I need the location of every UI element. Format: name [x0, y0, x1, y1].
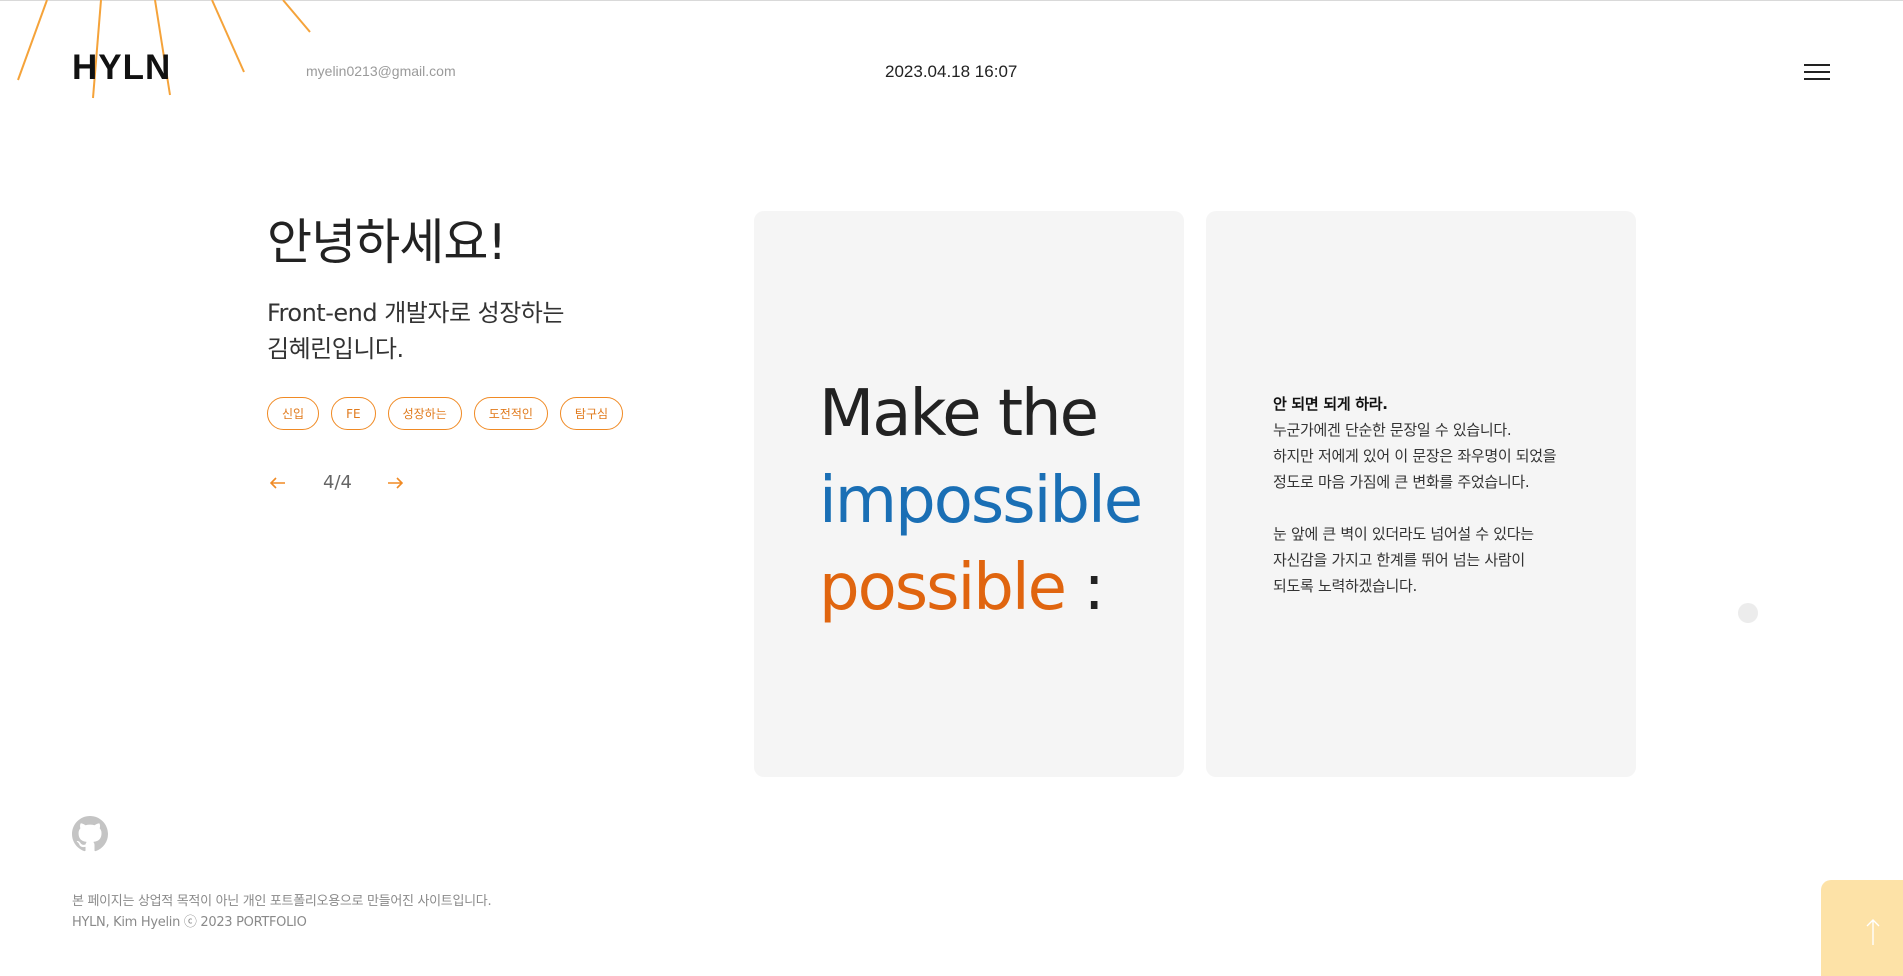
slide-pager: 4/4	[267, 470, 406, 494]
motto-card: Make the impossible possible :	[754, 211, 1184, 777]
motto-text: Make the impossible possible :	[819, 371, 1143, 632]
portfolio-page: HYLN myelin0213@gmail.com 2023.04.18 16:…	[0, 0, 1903, 976]
github-icon[interactable]	[72, 816, 108, 852]
scroll-top-button[interactable]	[1821, 880, 1903, 976]
contact-email: myelin0213@gmail.com	[306, 63, 456, 79]
site-logo[interactable]: HYLN	[72, 48, 171, 88]
arrow-right-icon[interactable]	[384, 470, 406, 494]
tag-challenging: 도전적인	[473, 397, 548, 430]
motto-line-highlight-orange: possible	[819, 551, 1067, 625]
menu-line	[1804, 78, 1830, 80]
description-line: 자신감을 가지고 한계를 뛰어 넘는 사람이	[1273, 551, 1525, 569]
motto-line: Make the	[819, 377, 1099, 451]
tag-growing: 성장하는	[387, 397, 462, 430]
description-line: 되도록 노력하겠습니다.	[1273, 577, 1417, 595]
motto-line-highlight-blue: impossible	[819, 464, 1143, 538]
intro-line: Front-end 개발자로 성장하는	[267, 299, 564, 327]
description-line: 누군가에겐 단순한 문장일 수 있습니다.	[1273, 421, 1512, 439]
current-datetime: 2023.04.18 16:07	[885, 62, 1018, 81]
tag-fe: FE	[331, 397, 376, 430]
tag-curiosity: 탐구심	[559, 397, 624, 430]
description-line: 정도로 마음 가짐에 큰 변화를 주었습니다.	[1273, 473, 1530, 491]
footer-disclaimer: 본 페이지는 상업적 목적이 아닌 개인 포트폴리오용으로 만들어진 사이트입니…	[72, 894, 492, 909]
motto-description-card: 안 되면 되게 하라. 누군가에겐 단순한 문장일 수 있습니다. 하지만 저에…	[1206, 211, 1636, 777]
keyword-tags: 신입 FE 성장하는 도전적인 탐구심	[267, 397, 624, 430]
intro-line: 김혜린입니다.	[267, 335, 404, 363]
footer-note: 본 페이지는 상업적 목적이 아닌 개인 포트폴리오용으로 만들어진 사이트입니…	[72, 891, 492, 933]
greeting-heading: 안녕하세요!	[267, 214, 507, 271]
tag-newcomer: 신입	[267, 397, 320, 430]
footer-copyright: HYLN, Kim Hyelin ⓒ 2023 PORTFOLIO	[72, 915, 307, 930]
slide-counter: 4/4	[323, 471, 352, 493]
hamburger-icon[interactable]	[1804, 64, 1832, 80]
description-line: 하지만 저에게 있어 이 문장은 좌우명이 되었을	[1273, 447, 1557, 465]
description-line: 눈 앞에 큰 벽이 있더라도 넘어설 수 있다는	[1273, 525, 1534, 543]
intro-text: Front-end 개발자로 성장하는 김혜린입니다.	[267, 295, 627, 367]
menu-line	[1804, 71, 1830, 73]
menu-line	[1804, 64, 1830, 66]
arrow-up-icon	[1866, 919, 1880, 945]
description-heading: 안 되면 되게 하라.	[1273, 395, 1388, 413]
motto-colon: :	[1065, 551, 1105, 625]
arrow-left-icon[interactable]	[267, 470, 289, 494]
cursor-dot	[1738, 603, 1758, 623]
motto-description: 안 되면 되게 하라. 누군가에겐 단순한 문장일 수 있습니다. 하지만 저에…	[1273, 391, 1593, 599]
